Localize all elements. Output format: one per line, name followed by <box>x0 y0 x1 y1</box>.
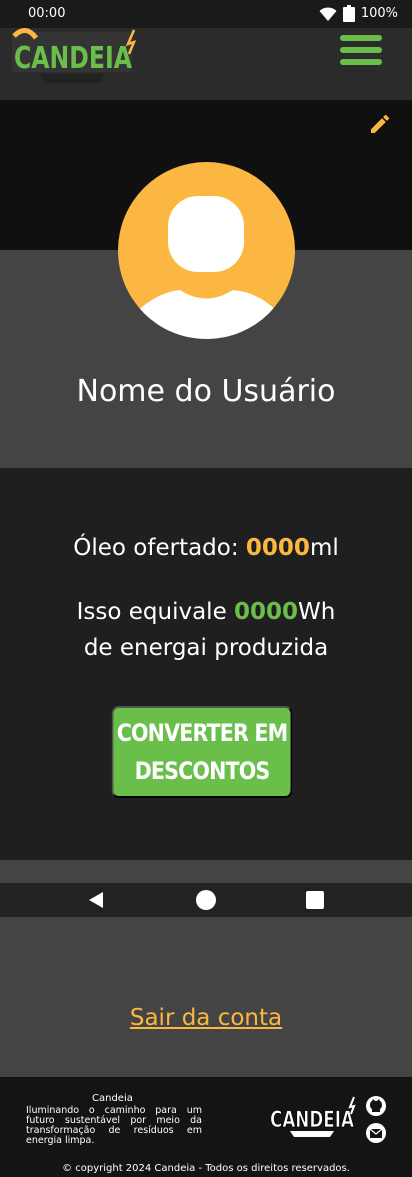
github-icon[interactable] <box>365 1095 387 1117</box>
menu-bar-1 <box>340 35 382 41</box>
app-header: CANDEIA <box>0 28 412 100</box>
email-icon[interactable] <box>365 1122 387 1144</box>
recents-icon[interactable] <box>306 891 324 909</box>
footer-brand: Candeia <box>92 1093 133 1104</box>
energy-line: Isso equivale 0000Wh <box>0 594 412 630</box>
oil-label: Óleo ofertado: <box>73 535 246 561</box>
candeia-logo[interactable]: CANDEIA <box>10 28 142 86</box>
status-indicators: 100% <box>319 5 398 22</box>
logout-panel: Sair da conta <box>0 917 412 1077</box>
user-name: Nome do Usuário <box>76 374 336 409</box>
hamburger-menu-button[interactable] <box>340 35 382 67</box>
convert-button-line2: DESCONTOS <box>134 757 271 785</box>
footer-candeia-logo[interactable]: CANDEIA <box>268 1095 358 1137</box>
system-navigation-bar <box>0 883 412 917</box>
oil-value: 0000 <box>245 535 310 561</box>
menu-bar-2 <box>340 47 382 53</box>
logout-link[interactable]: Sair da conta <box>0 1005 412 1031</box>
svg-text:CANDEIA: CANDEIA <box>14 41 133 76</box>
energy-suffix: de energai produzida <box>83 635 329 661</box>
section-gap <box>0 860 412 883</box>
svg-text:CANDEIA: CANDEIA <box>270 1108 354 1133</box>
battery-icon <box>342 5 355 22</box>
status-time: 00:00 <box>28 6 66 21</box>
status-bar: 00:00 100% <box>0 0 412 28</box>
avatar-silhouette <box>136 196 278 339</box>
footer-tagline: Iluminando o caminho para um futuro sust… <box>26 1105 202 1146</box>
home-icon[interactable] <box>196 890 216 910</box>
energy-unit: Wh <box>298 599 336 625</box>
convert-button-line1: CONVERTER EM <box>116 719 288 747</box>
battery-level: 100% <box>360 6 398 21</box>
copyright-notice: © copyright 2024 Candeia - Todos os dire… <box>62 1163 350 1174</box>
menu-bar-3 <box>340 59 382 65</box>
wifi-icon <box>319 6 337 21</box>
back-icon[interactable] <box>88 891 104 909</box>
user-avatar-icon[interactable] <box>118 162 295 339</box>
oil-offered-line: Óleo ofertado: 0000ml <box>0 530 412 566</box>
energy-prefix: Isso equivale <box>76 599 235 625</box>
energy-value: 0000 <box>234 599 299 625</box>
stats-panel: Óleo ofertado: 0000ml Isso equivale 0000… <box>0 468 412 860</box>
oil-unit: ml <box>309 535 339 561</box>
footer: Candeia Iluminando o caminho para um fut… <box>0 1077 412 1177</box>
convert-discounts-button[interactable]: CONVERTER EM DESCONTOS <box>111 706 293 798</box>
pencil-icon[interactable] <box>368 112 392 136</box>
